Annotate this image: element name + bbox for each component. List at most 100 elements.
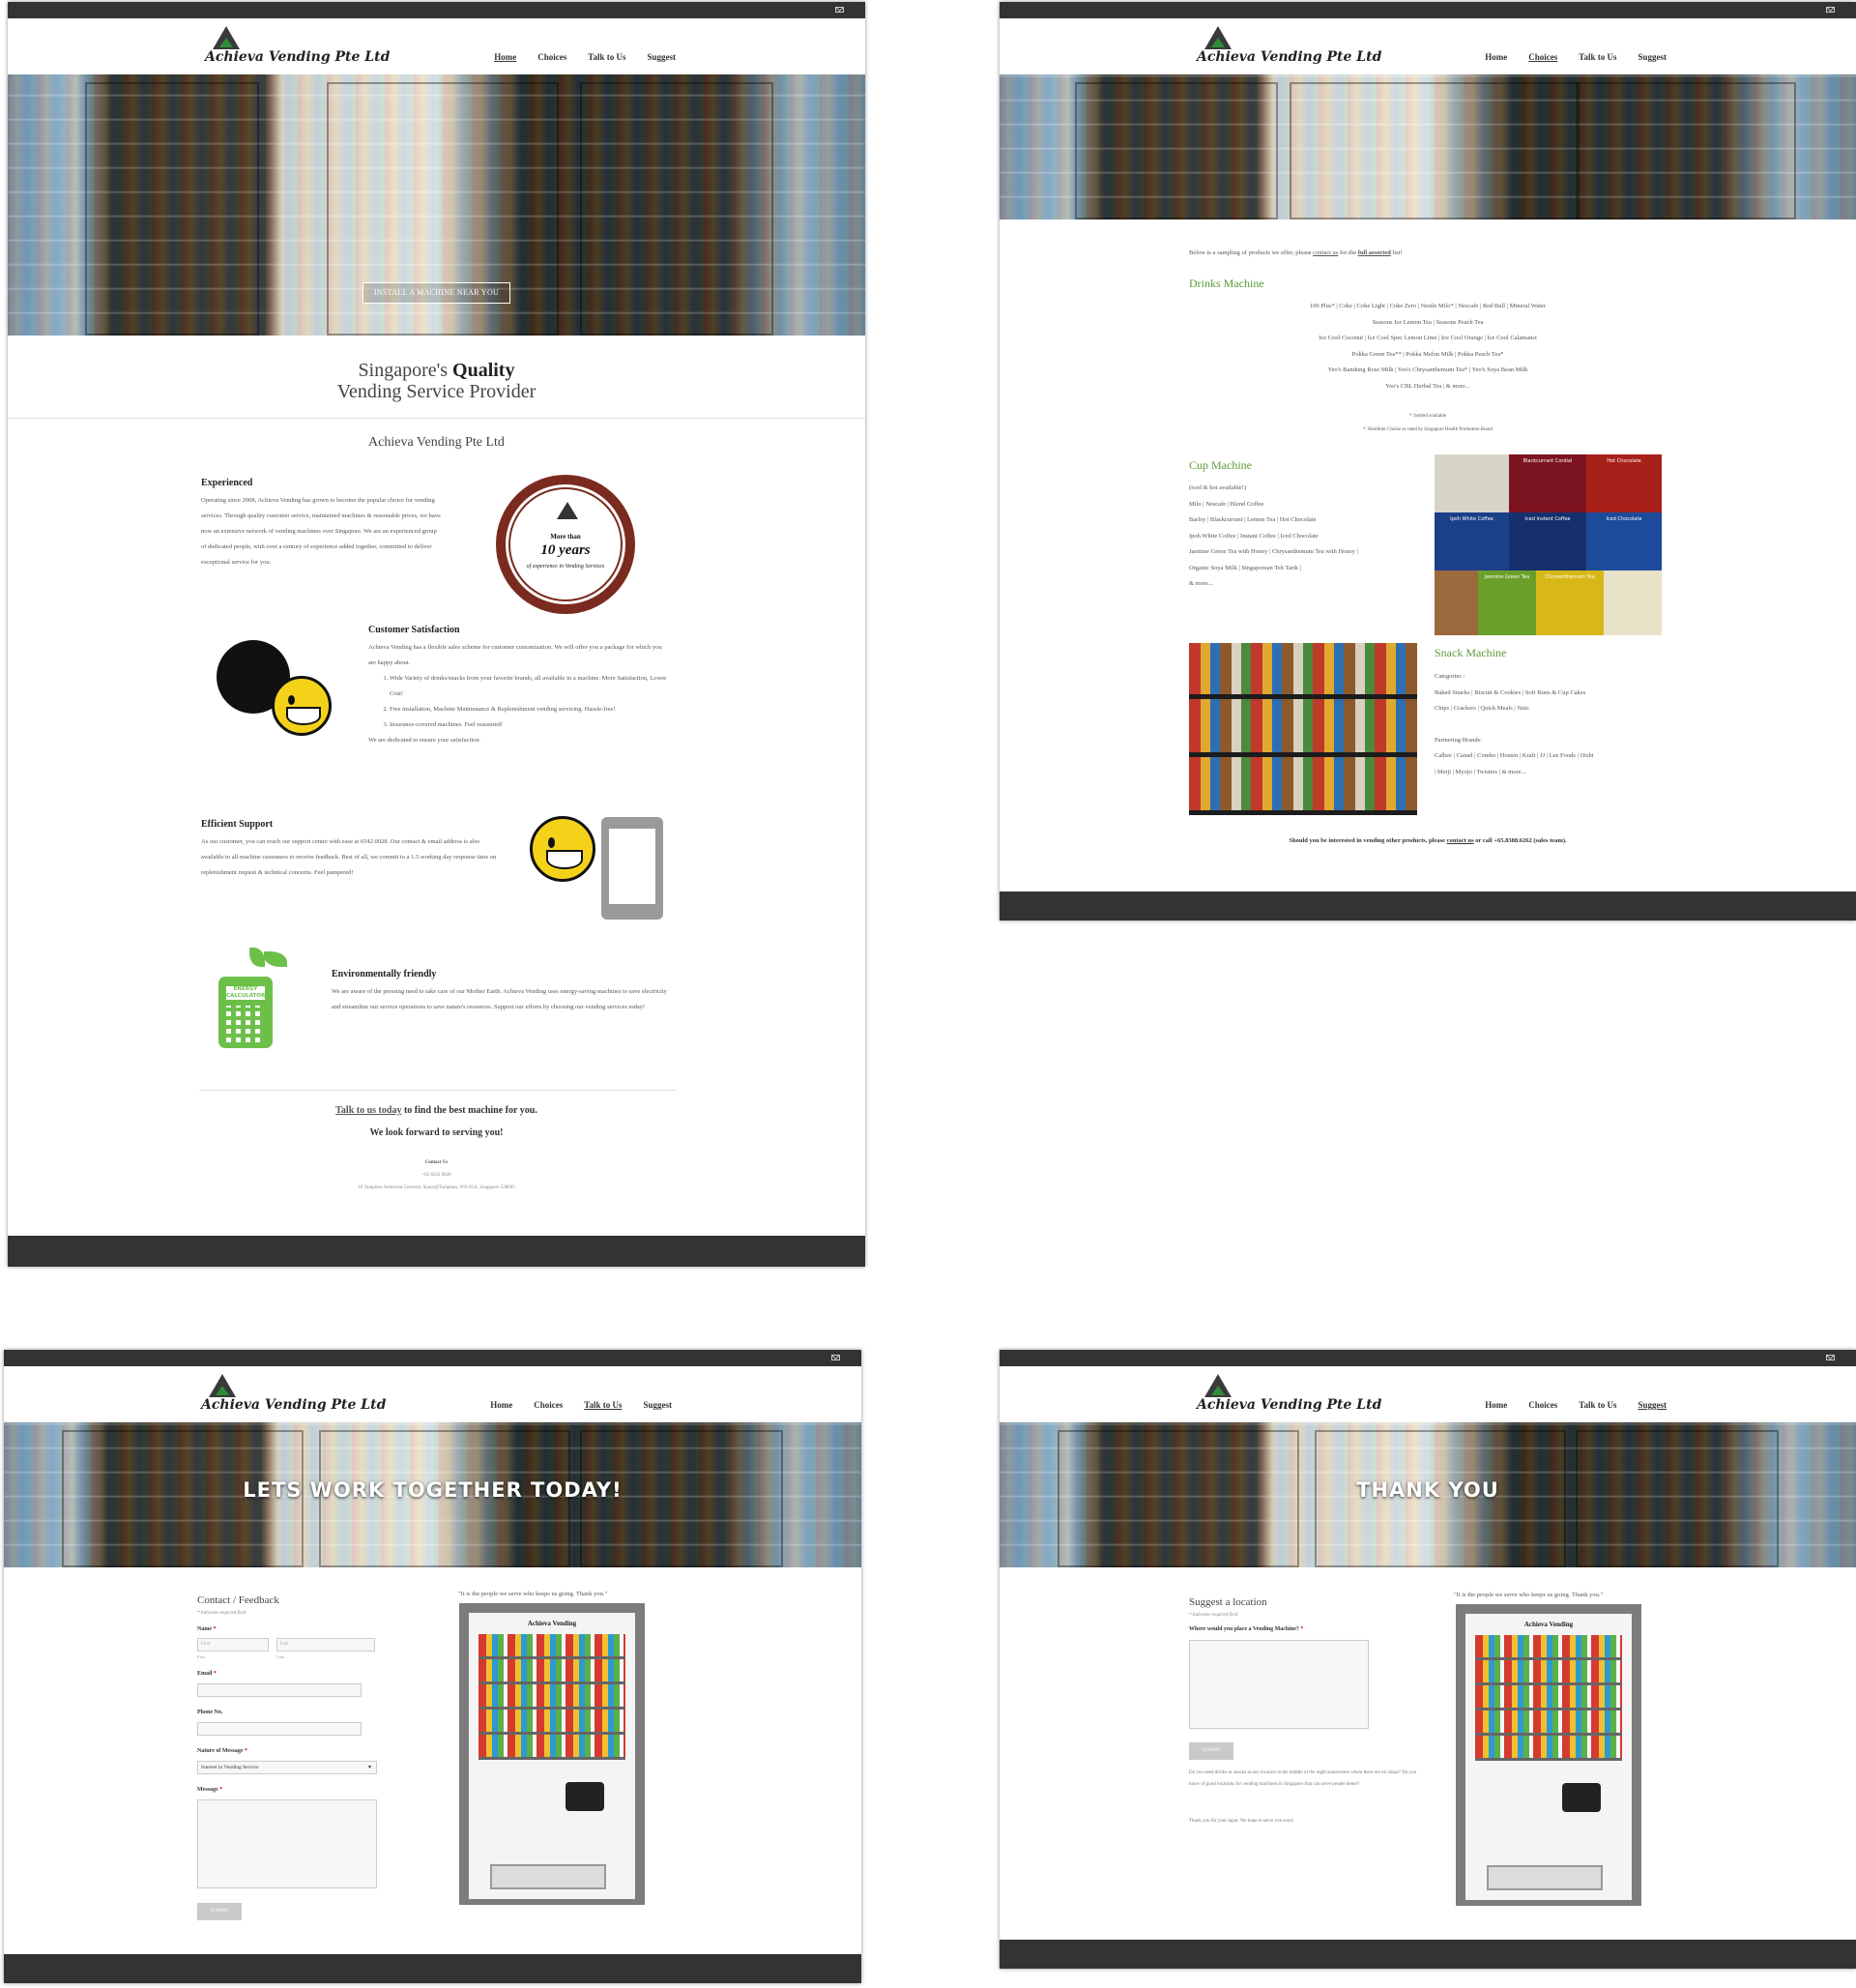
drinks-note: *: bottled available: [1408, 414, 1447, 419]
nav-suggest[interactable]: Suggest: [1638, 52, 1667, 62]
nav-home[interactable]: Home: [494, 52, 516, 62]
feature-list-item: Free installation, Machine Maintenance &…: [390, 702, 668, 717]
snack-line: | Meiji | Myojo | Twisties | & more...: [1435, 768, 1526, 775]
main-nav: Home Choices Talk to Us Suggest: [1485, 1400, 1667, 1410]
vending-machine-brand: Achieva Vending: [527, 1620, 577, 1627]
intro-mid: for the: [1339, 249, 1357, 256]
phone-label: Phone No.: [197, 1710, 223, 1715]
drinks-line: Yeo's CBL Herbal Tea | & more...: [1385, 382, 1470, 390]
talk-to-us-link[interactable]: Talk to us today: [335, 1105, 401, 1116]
footer-bar: [1000, 1940, 1856, 1969]
required-star: *: [245, 1748, 248, 1754]
cup-line: Barley | Blackcurrant | Lemon Tea | Hot …: [1189, 516, 1317, 523]
contact-us-link[interactable]: contact us: [1313, 249, 1338, 256]
message-textarea[interactable]: [197, 1799, 377, 1888]
top-bar: [8, 2, 865, 18]
home-page-screenshot: Achieva Vending Pte Ltd Home Choices Tal…: [8, 2, 865, 1267]
submit-button[interactable]: SUBMIT: [197, 1903, 242, 1920]
snack-machine-image: [1189, 643, 1417, 815]
cup-list: (iced & hot available!) Milo | Nescafe |…: [1189, 481, 1440, 593]
ten-years-badge: More than 10 years of experience in Vend…: [496, 475, 635, 614]
required-star: *: [213, 1626, 217, 1632]
nav-suggest[interactable]: Suggest: [643, 1400, 672, 1410]
nav-suggest[interactable]: Suggest: [647, 52, 676, 62]
logo[interactable]: Achieva Vending Pte Ltd: [1197, 24, 1381, 71]
tablet-icon: [601, 817, 663, 920]
nav-talk-to-us[interactable]: Talk to Us: [584, 1400, 622, 1410]
logo-text: Achieva Vending Pte Ltd: [1197, 49, 1382, 65]
drinks-list: 100 Plus* | Coke | Coke Light | Coke Zer…: [1000, 299, 1856, 395]
mail-icon[interactable]: [835, 7, 844, 13]
mail-icon[interactable]: [1826, 1355, 1835, 1360]
quote-text: "It is the people we serve who keeps us …: [458, 1591, 608, 1597]
logo-triangle-icon: [209, 1374, 236, 1397]
coin-panel: [1562, 1783, 1601, 1812]
last-name-input[interactable]: Last: [276, 1638, 375, 1652]
logo[interactable]: Achieva Vending Pte Ltd: [205, 24, 390, 71]
email-input[interactable]: [197, 1683, 362, 1697]
nav-talk-to-us[interactable]: Talk to Us: [1579, 52, 1616, 62]
nature-select[interactable]: Interest in Vending Service: [197, 1761, 377, 1774]
nav-suggest[interactable]: Suggest: [1638, 1400, 1667, 1410]
drinks-machine-heading: Drinks Machine: [1189, 277, 1264, 290]
contact-phone[interactable]: +65 6542 0028: [8, 1173, 865, 1178]
nav-talk-to-us[interactable]: Talk to Us: [588, 52, 625, 62]
first-sublabel: First: [197, 1654, 206, 1659]
main-nav: Home Choices Talk to Us Suggest: [494, 52, 676, 62]
logo[interactable]: Achieva Vending Pte Ltd: [1197, 1372, 1381, 1418]
divider: [199, 1090, 677, 1091]
smiley-icon: [272, 676, 332, 736]
full-assorted-text: full assorted: [1357, 249, 1391, 256]
drink-tile: Hot Chocolate: [1586, 454, 1662, 512]
nav-choices[interactable]: Choices: [1528, 52, 1557, 62]
nav-talk-to-us[interactable]: Talk to Us: [1579, 1400, 1616, 1410]
submit-button[interactable]: SUBMIT: [1189, 1742, 1233, 1760]
badge-line2: 10 years: [540, 542, 591, 558]
feature-body: Operating since 2008, Achieva Vending ha…: [201, 497, 441, 566]
cup-line: Jasmine Green Tea with Honey | Chrysanth…: [1189, 548, 1358, 555]
cup-more-link[interactable]: & more...: [1189, 576, 1440, 593]
hero-machine-image: [580, 82, 773, 336]
mail-icon[interactable]: [1826, 7, 1835, 13]
nav-home[interactable]: Home: [1485, 1400, 1507, 1410]
phone-input[interactable]: [197, 1722, 362, 1736]
feature-title: Efficient Support: [201, 819, 274, 830]
drink-tile-label: Ipoh White Coffee: [1450, 516, 1494, 522]
drink-tile: [1435, 570, 1478, 635]
suggest-page-screenshot: Achieva Vending Pte Ltd Home Choices Tal…: [1000, 1350, 1856, 1969]
where-label: Where would you place a Vending Machine?…: [1189, 1626, 1303, 1632]
name-label: Name *: [197, 1626, 217, 1632]
vending-shelves: [1475, 1635, 1622, 1761]
contact-us-link[interactable]: contact us: [1447, 837, 1474, 844]
location-textarea[interactable]: [1189, 1640, 1369, 1729]
main-nav: Home Choices Talk to Us Suggest: [1485, 52, 1667, 62]
nav-home[interactable]: Home: [1485, 52, 1507, 62]
drinks-line: Seasons Ice Lemon Tea | Seasons Peach Te…: [1372, 318, 1484, 326]
nav-choices[interactable]: Choices: [1528, 1400, 1557, 1410]
site-header: Achieva Vending Pte Ltd Home Choices Tal…: [4, 1366, 861, 1422]
form-title: Suggest a location: [1189, 1596, 1267, 1608]
tagline-bold: Quality: [452, 360, 515, 381]
nav-home[interactable]: Home: [490, 1400, 512, 1410]
drink-tile: Jasmine Green Tea: [1478, 570, 1536, 635]
cup-machine-heading: Cup Machine: [1189, 458, 1252, 472]
feature-body-text: Achieva Vending has a flexible sales sch…: [368, 644, 662, 666]
nav-choices[interactable]: Choices: [537, 52, 566, 62]
footer-bar: [8, 1236, 865, 1267]
tagline-pre: Singapore's: [358, 360, 449, 381]
suggest-thanks: Thank you for your input. We hope to ser…: [1189, 1819, 1294, 1824]
hero-title: LETS WORK TOGETHER TODAY!: [243, 1478, 623, 1502]
nav-choices[interactable]: Choices: [534, 1400, 563, 1410]
footer-bar: [4, 1954, 861, 1983]
drink-tile-label: Iced Chocolate: [1606, 516, 1642, 522]
logo[interactable]: Achieva Vending Pte Ltd: [201, 1372, 386, 1418]
install-machine-button[interactable]: INSTALL A MACHINE NEAR YOU: [362, 282, 510, 304]
mail-icon[interactable]: [831, 1355, 840, 1360]
hero-banner: INSTALL A MACHINE NEAR YOU: [8, 74, 865, 336]
vending-machine-brand: Achieva Vending: [1523, 1621, 1574, 1628]
drink-tile-label: Chrysanthemum Tea: [1545, 574, 1595, 580]
first-name-input[interactable]: First: [197, 1638, 269, 1652]
snack-line: Categories :: [1435, 673, 1465, 680]
talk-to-us-page-screenshot: Achieva Vending Pte Ltd Home Choices Tal…: [4, 1350, 861, 1983]
feature-title: Environmentally friendly: [332, 969, 437, 979]
